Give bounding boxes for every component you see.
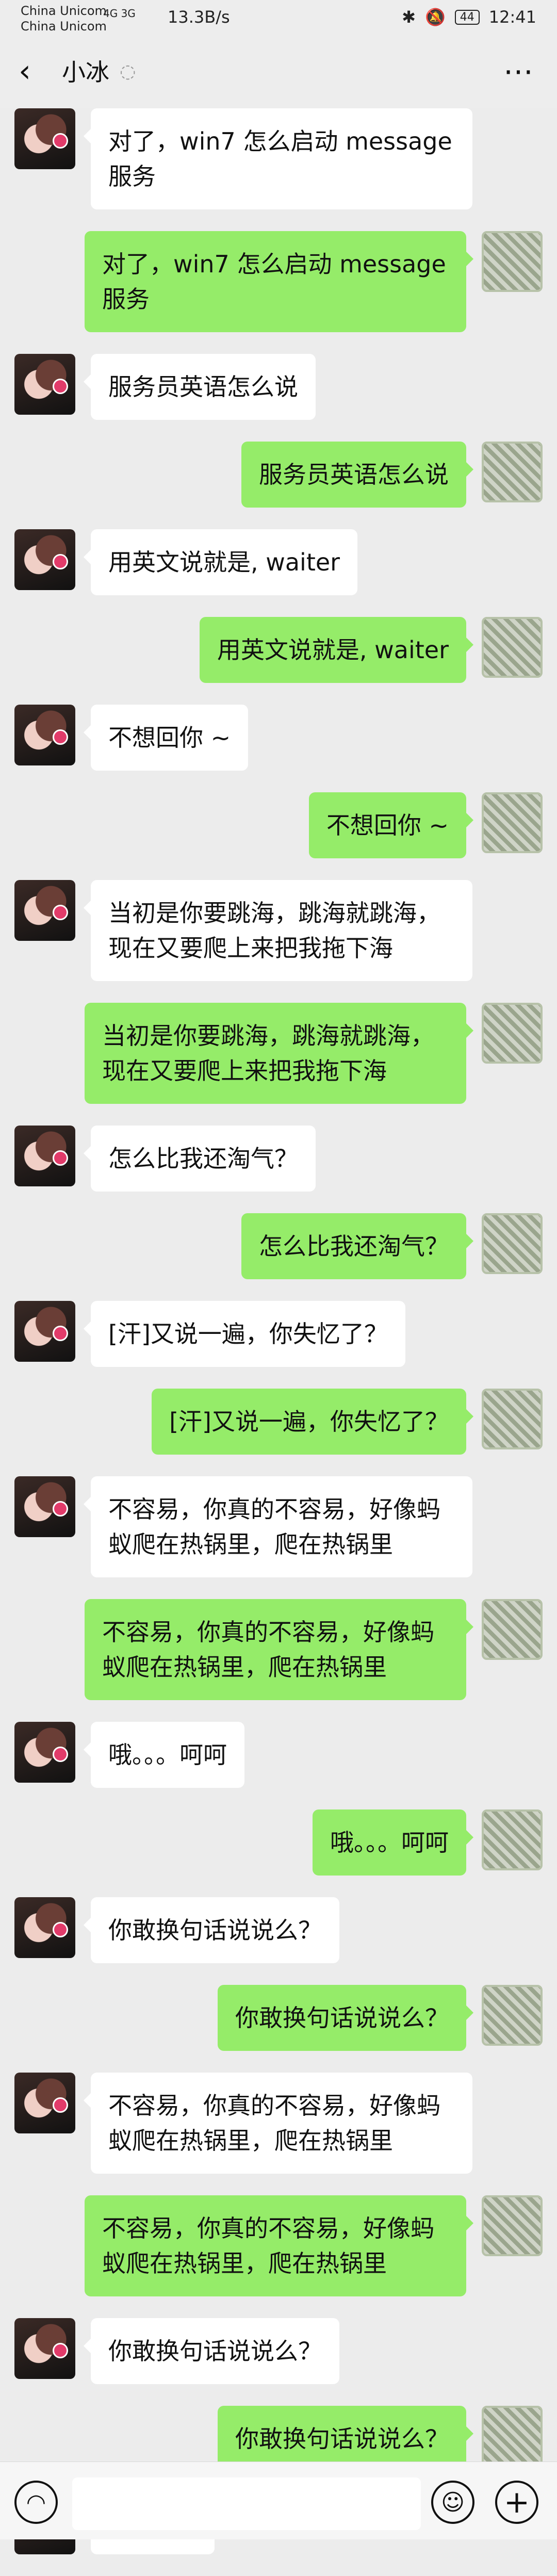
carrier-2: China Unicom [21,19,107,34]
message-bubble[interactable]: 你敢换句话说说么？ [218,1985,473,2051]
user-avatar[interactable] [482,1213,543,1274]
bot-avatar[interactable] [14,1126,75,1186]
message-bubble[interactable]: 不容易，你真的不容易，好像蚂蚁爬在热锅里，爬在热锅里 [84,1476,472,1577]
message-bubble[interactable]: 哦。。。呵呵 [313,1809,473,1876]
voice-icon[interactable]: ◠ [14,2481,58,2524]
chat-header: ‹ 小冰 ◌ ⋯ [0,41,557,108]
chat-title: 小冰 [62,58,109,86]
user-avatar[interactable] [482,231,543,292]
message-row: 当初是你要跳海，跳海就跳海，现在又要爬上来把我拖下海 [0,880,557,981]
user-avatar[interactable] [482,1003,543,1064]
message-row: [汗]又说一遍，你失忆了？ [0,1301,557,1367]
message-row: 怎么比我还淘气？ [0,1126,557,1192]
signal-icon: 4G 3G [103,7,136,20]
message-bubble[interactable]: 不想回你 ~ [308,792,474,858]
message-bubble[interactable]: 不容易，你真的不容易，好像蚂蚁爬在热锅里，爬在热锅里 [85,2195,473,2296]
user-avatar[interactable] [482,1389,543,1449]
battery-icon: 44 [454,9,480,25]
message-row: 服务员英语怎么说 [0,442,557,508]
message-bubble[interactable]: 怎么比我还淘气？ [241,1213,473,1279]
user-avatar[interactable] [482,2406,543,2467]
status-bar: China Unicom China Unicom 4G 3G 13.3B/s … [0,0,557,41]
status-right: ✱ 🔕 44 12:41 [402,7,536,27]
message-row: 哦。。。呵呵 [0,1722,557,1788]
user-avatar[interactable] [482,442,543,502]
user-avatar[interactable] [482,617,543,678]
bluetooth-icon: ✱ [402,7,416,27]
message-bubble[interactable]: 当初是你要跳海，跳海就跳海，现在又要爬上来把我拖下海 [84,880,472,981]
more-icon[interactable]: ⋯ [503,54,536,89]
message-row: 当初是你要跳海，跳海就跳海，现在又要爬上来把我拖下海 [0,1003,557,1104]
bot-avatar[interactable] [14,880,75,941]
time: 12:41 [488,7,536,27]
user-avatar[interactable] [482,1599,543,1660]
message-row: 哦。。。呵呵 [0,1809,557,1876]
message-bubble[interactable]: 对了，win7 怎么启动 message 服务 [85,231,473,332]
message-bubble[interactable]: 对了，win7 怎么启动 message 服务 [84,108,472,209]
message-bubble[interactable]: 哦。。。呵呵 [84,1722,244,1788]
message-row: 不想回你 ~ [0,705,557,771]
bot-avatar[interactable] [14,2073,75,2133]
bot-avatar[interactable] [14,705,75,765]
message-bubble[interactable]: 不容易，你真的不容易，好像蚂蚁爬在热锅里，爬在热锅里 [84,2073,472,2174]
message-row: 用英文说就是, waiter [0,529,557,595]
message-bubble[interactable]: 当初是你要跳海，跳海就跳海，现在又要爬上来把我拖下海 [85,1003,473,1104]
message-row: 不容易，你真的不容易，好像蚂蚁爬在热锅里，爬在热锅里 [0,2073,557,2174]
mute-icon: 🔕 [424,7,446,27]
message-row: [汗]又说一遍，你失忆了？ [0,1389,557,1455]
network-speed: 13.3B/s [168,7,230,27]
message-bubble[interactable]: 你敢换句话说说么？ [84,1897,339,1963]
user-avatar[interactable] [482,2195,543,2256]
user-avatar[interactable] [482,1809,543,1870]
bot-avatar[interactable] [14,1476,75,1537]
bot-avatar[interactable] [14,108,75,169]
bot-avatar[interactable] [14,2318,75,2379]
message-row: 对了，win7 怎么启动 message 服务 [0,108,557,209]
message-input[interactable] [72,2477,421,2530]
message-row: 你敢换句话说说么？ [0,2318,557,2384]
message-row: 怎么比我还淘气？ [0,1213,557,1279]
message-bubble[interactable]: 不想回你 ~ [83,705,249,771]
message-row: 不想回你 ~ [0,792,557,858]
plus-icon[interactable]: + [495,2481,538,2524]
bot-avatar[interactable] [14,1301,75,1362]
message-row: 你敢换句话说说么？ [0,1897,557,1963]
message-bubble[interactable]: 服务员英语怎么说 [84,354,316,420]
bot-avatar[interactable] [14,1897,75,1958]
message-row: 不容易，你真的不容易，好像蚂蚁爬在热锅里，爬在热锅里 [0,1599,557,1700]
message-row: 服务员英语怎么说 [0,354,557,420]
message-bubble[interactable]: [汗]又说一遍，你失忆了？ [152,1389,473,1455]
input-bar: ◠ ☺ + [0,2461,557,2539]
message-row: 不容易，你真的不容易，好像蚂蚁爬在热锅里，爬在热锅里 [0,1476,557,1577]
ear-icon: ◌ [120,61,136,82]
message-row: 对了，win7 怎么启动 message 服务 [0,231,557,332]
bot-avatar[interactable] [14,1722,75,1783]
carrier-1: China Unicom [21,4,107,18]
message-bubble[interactable]: 用英文说就是, waiter [83,529,358,595]
user-avatar[interactable] [482,1985,543,2046]
message-bubble[interactable]: 不容易，你真的不容易，好像蚂蚁爬在热锅里，爬在热锅里 [85,1599,473,1700]
emoji-icon[interactable]: ☺ [431,2481,474,2524]
message-row: 你敢换句话说说么？ [0,1985,557,2051]
carrier-labels: China Unicom China Unicom [21,3,107,34]
message-list[interactable]: 对了，win7 怎么启动 message 服务 对了，win7 怎么启动 mess… [0,108,557,2576]
bot-avatar[interactable] [14,354,75,415]
user-avatar[interactable] [482,792,543,853]
message-row: 不容易，你真的不容易，好像蚂蚁爬在热锅里，爬在热锅里 [0,2195,557,2296]
message-bubble[interactable]: 怎么比我还淘气？ [84,1126,316,1192]
message-bubble[interactable]: 你敢换句话说说么？ [84,2318,339,2384]
message-row: 用英文说就是, waiter [0,617,557,683]
message-bubble[interactable]: 用英文说就是, waiter [199,617,474,683]
message-bubble[interactable]: 服务员英语怎么说 [241,442,473,508]
chevron-left-icon[interactable]: ‹ [19,56,31,87]
bot-avatar[interactable] [14,529,75,590]
message-bubble[interactable]: [汗]又说一遍，你失忆了？ [84,1301,405,1367]
